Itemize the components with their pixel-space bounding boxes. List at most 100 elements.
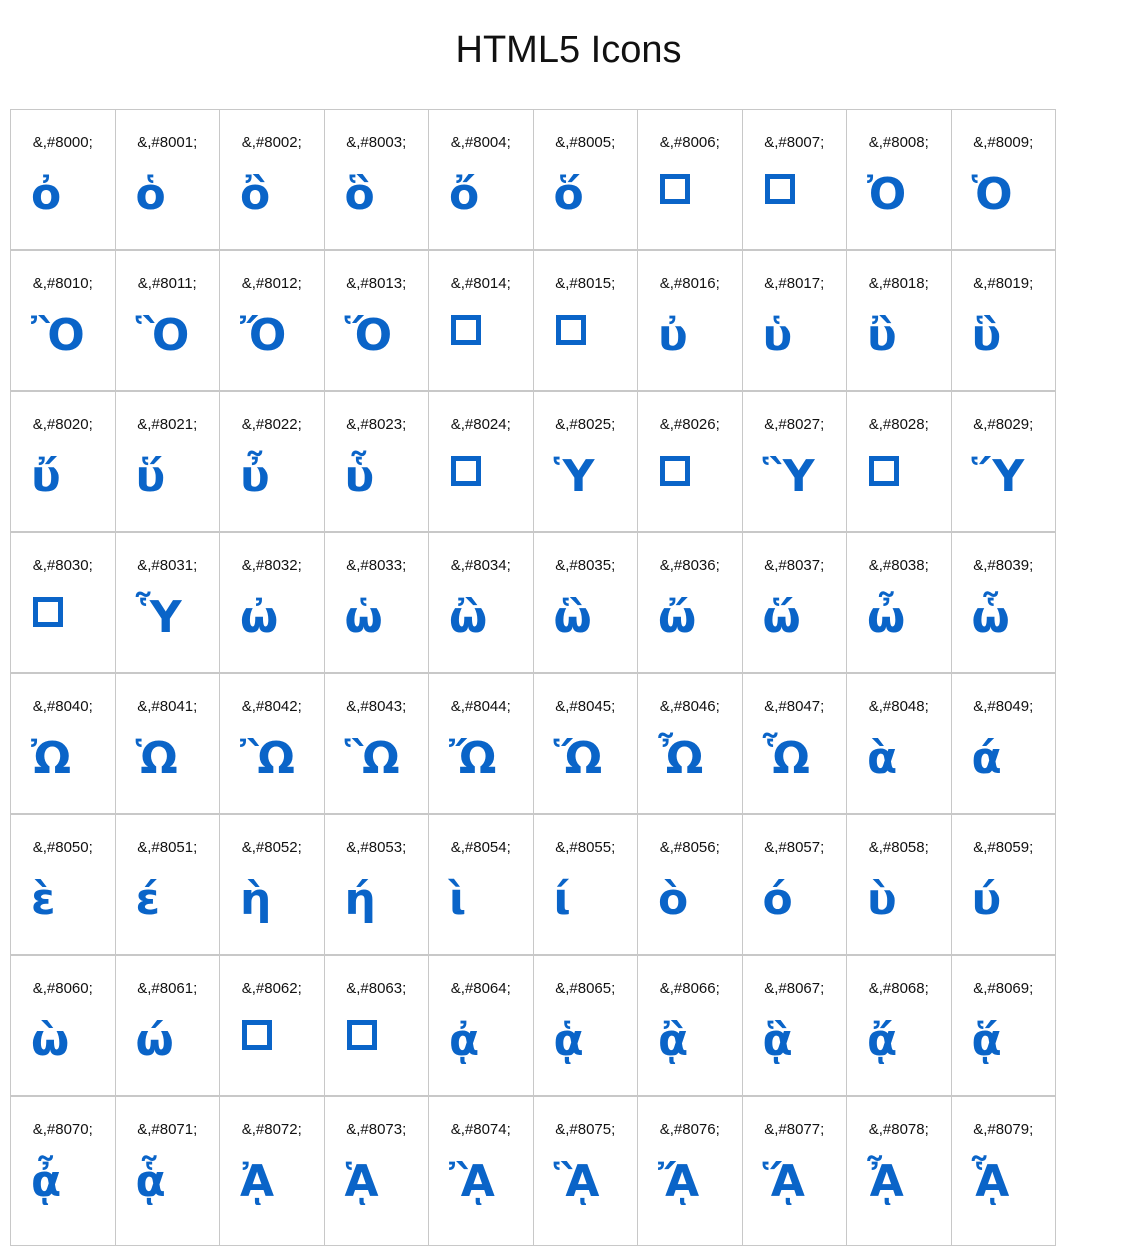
entity-code-label: &,#8068; bbox=[868, 980, 929, 997]
entity-code-label: &,#8032; bbox=[241, 557, 302, 574]
glyph-icon: Ὀ bbox=[867, 169, 907, 220]
icon-cell: &,#8006; bbox=[637, 109, 743, 250]
entity-code-label: &,#8036; bbox=[659, 557, 720, 574]
icon-row: &,#8040; Ὠ &,#8041; Ὡ &,#8042; Ὢ &,#8043; Ὣ &,#8… bbox=[10, 673, 1065, 814]
glyph-icon: ὖ bbox=[240, 451, 270, 502]
entity-code-label: &,#8065; bbox=[555, 980, 616, 997]
icon-cell: &,#8044; Ὤ bbox=[428, 673, 534, 814]
icon-cell: &,#8071; ᾇ bbox=[114, 1096, 220, 1246]
icon-cell: &,#8076; ᾌ bbox=[637, 1096, 743, 1246]
entity-code-label: &,#8038; bbox=[868, 557, 929, 574]
icon-cell: &,#8059; ύ bbox=[950, 814, 1056, 955]
icon-cell: &,#8063; bbox=[323, 955, 429, 1096]
icon-cell: &,#8014; bbox=[428, 250, 534, 391]
glyph-icon: Ὄ bbox=[240, 310, 287, 361]
missing-glyph-box-icon bbox=[33, 597, 63, 627]
entity-code-label: &,#8058; bbox=[868, 839, 929, 856]
icon-cell: &,#8019; ὓ bbox=[950, 250, 1056, 391]
icon-cell: &,#8061; ώ bbox=[114, 955, 220, 1096]
entity-code-label: &,#8078; bbox=[868, 1121, 929, 1138]
entity-code-label: &,#8010; bbox=[32, 275, 93, 292]
glyph-icon: Ὁ bbox=[971, 169, 1013, 220]
icon-cell: &,#8007; bbox=[741, 109, 847, 250]
glyph-icon: Ὣ bbox=[344, 733, 400, 784]
entity-code-label: &,#8069; bbox=[973, 980, 1034, 997]
glyph-icon: ᾁ bbox=[553, 1015, 584, 1066]
icon-cell: &,#8003; ὃ bbox=[323, 109, 429, 250]
glyph-icon: ὺ bbox=[867, 874, 897, 925]
icon-cell: &,#8043; Ὣ bbox=[323, 673, 429, 814]
icon-cell: &,#8040; Ὠ bbox=[10, 673, 116, 814]
icon-cell: &,#8046; Ὦ bbox=[637, 673, 743, 814]
glyph-icon: ὤ bbox=[658, 592, 697, 643]
glyph-icon: ὸ bbox=[658, 874, 689, 925]
entity-code-label: &,#8003; bbox=[346, 134, 407, 151]
glyph-icon: ᾃ bbox=[762, 1015, 793, 1066]
icon-row: &,#8020; ὔ &,#8021; ὕ &,#8022; ὖ &,#8023; ὗ &,#8… bbox=[10, 391, 1065, 532]
entity-code-label: &,#8059; bbox=[973, 839, 1034, 856]
missing-glyph-box-icon bbox=[660, 174, 690, 204]
icon-cell: &,#8050; ὲ bbox=[10, 814, 116, 955]
icon-cell: &,#8077; ᾍ bbox=[741, 1096, 847, 1246]
glyph-icon: ὦ bbox=[867, 592, 906, 643]
icon-cell: &,#8052; ὴ bbox=[219, 814, 325, 955]
glyph-icon: ὄ bbox=[449, 169, 480, 220]
icon-cell: &,#8074; ᾊ bbox=[428, 1096, 534, 1246]
icon-cell: &,#8066; ᾂ bbox=[637, 955, 743, 1096]
glyph-icon: ὕ bbox=[135, 451, 166, 502]
glyph-icon: ὐ bbox=[658, 310, 688, 361]
glyph-icon: ή bbox=[344, 874, 376, 925]
icon-cell: &,#8042; Ὢ bbox=[219, 673, 325, 814]
glyph-icon: ὴ bbox=[240, 874, 272, 925]
page-title: HTML5 Icons bbox=[455, 29, 682, 71]
entity-code-label: &,#8044; bbox=[450, 698, 511, 715]
entity-code-label: &,#8025; bbox=[555, 416, 616, 433]
icon-cell: &,#8028; bbox=[846, 391, 952, 532]
glyph-icon: Ὑ bbox=[553, 451, 595, 502]
icon-cell: &,#8000; ὀ bbox=[10, 109, 116, 250]
glyph-icon: ᾆ bbox=[31, 1156, 62, 1207]
icon-cell: &,#8031; Ὗ bbox=[114, 532, 220, 673]
icon-cell: &,#8015; bbox=[532, 250, 638, 391]
entity-code-label: &,#8067; bbox=[764, 980, 825, 997]
glyph-icon: έ bbox=[135, 874, 161, 925]
entity-code-label: &,#8066; bbox=[659, 980, 720, 997]
icon-cell: &,#8001; ὁ bbox=[114, 109, 220, 250]
icon-cell: &,#8032; ὠ bbox=[219, 532, 325, 673]
entity-code-label: &,#8075; bbox=[555, 1121, 616, 1138]
icon-cell: &,#8072; ᾈ bbox=[219, 1096, 325, 1246]
entity-code-label: &,#8014; bbox=[450, 275, 511, 292]
glyph-icon: ὁ bbox=[135, 169, 166, 220]
glyph-icon: Ὅ bbox=[344, 310, 393, 361]
entity-code-label: &,#8016; bbox=[659, 275, 720, 292]
glyph-icon: ὒ bbox=[867, 310, 897, 361]
icon-cell: &,#8010; Ὂ bbox=[10, 250, 116, 391]
glyph-icon: ύ bbox=[971, 874, 1002, 925]
entity-code-label: &,#8009; bbox=[973, 134, 1034, 151]
glyph-icon: ᾍ bbox=[762, 1156, 805, 1207]
icon-grid: &,#8000; ὀ &,#8001; ὁ &,#8002; ὂ &,#8003; ὃ &,#8… bbox=[10, 109, 1065, 1246]
glyph-icon: ὂ bbox=[240, 169, 271, 220]
icon-cell: &,#8069; ᾅ bbox=[950, 955, 1056, 1096]
icon-row: &,#8070; ᾆ &,#8071; ᾇ &,#8072; ᾈ &,#8073; ᾉ &,#8… bbox=[10, 1096, 1065, 1246]
entity-code-label: &,#8011; bbox=[137, 275, 197, 292]
entity-code-label: &,#8076; bbox=[659, 1121, 720, 1138]
entity-code-label: &,#8056; bbox=[659, 839, 720, 856]
icon-cell: &,#8065; ᾁ bbox=[532, 955, 638, 1096]
entity-code-label: &,#8001; bbox=[137, 134, 198, 151]
icon-cell: &,#8023; ὗ bbox=[323, 391, 429, 532]
icon-cell: &,#8062; bbox=[219, 955, 325, 1096]
icon-cell: &,#8021; ὕ bbox=[114, 391, 220, 532]
entity-code-label: &,#8008; bbox=[868, 134, 929, 151]
glyph-icon: Ὂ bbox=[31, 310, 85, 361]
icon-cell: &,#8004; ὄ bbox=[428, 109, 534, 250]
glyph-icon: ᾂ bbox=[658, 1015, 689, 1066]
entity-code-label: &,#8042; bbox=[241, 698, 302, 715]
icon-cell: &,#8039; ὧ bbox=[950, 532, 1056, 673]
icon-cell: &,#8011; Ὃ bbox=[114, 250, 220, 391]
glyph-icon: ό bbox=[762, 874, 793, 925]
glyph-icon: ᾏ bbox=[971, 1156, 1010, 1207]
icon-row: &,#8000; ὀ &,#8001; ὁ &,#8002; ὂ &,#8003; ὃ &,#8… bbox=[10, 109, 1065, 250]
entity-code-label: &,#8017; bbox=[764, 275, 825, 292]
entity-code-label: &,#8019; bbox=[973, 275, 1034, 292]
